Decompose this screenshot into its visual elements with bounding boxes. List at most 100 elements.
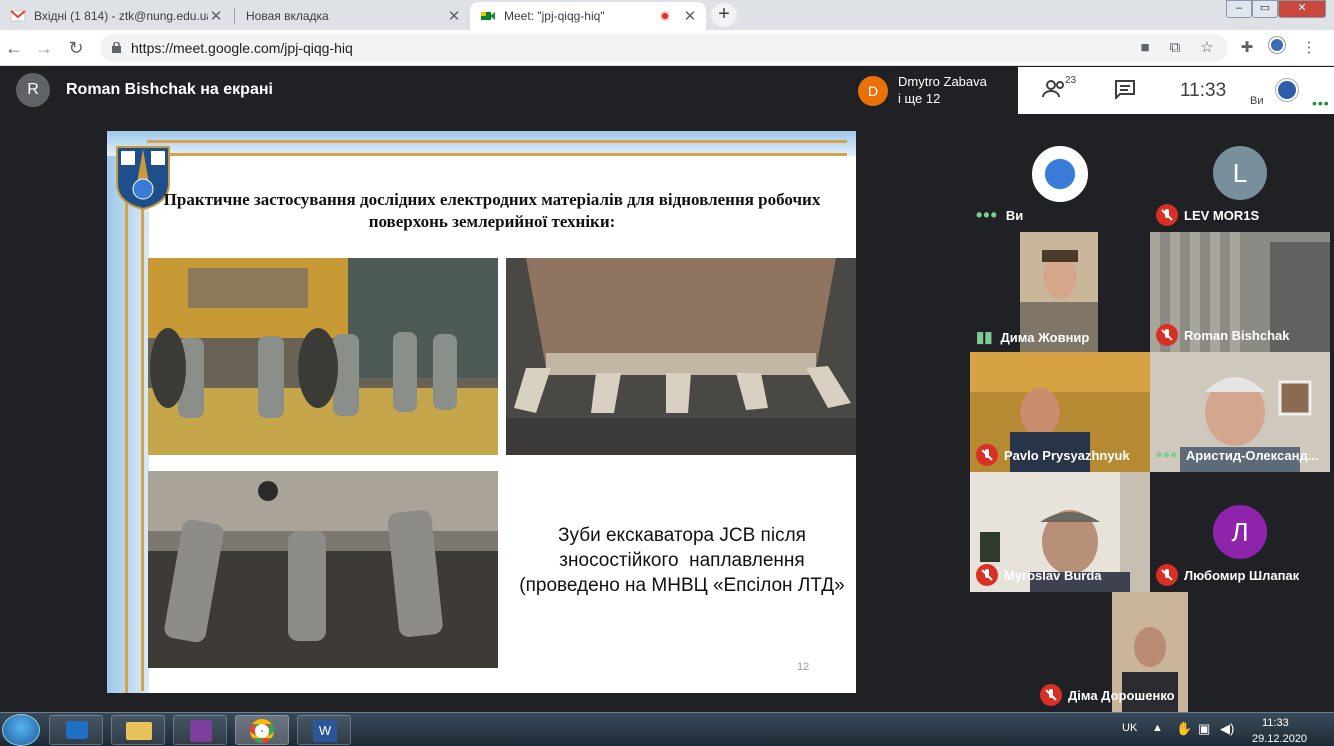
speaking-bars-icon: ▮▮ (976, 329, 993, 346)
browser-toolbar: ← → ↻ https://meet.google.com/jpj-qiqg-h… (0, 30, 1334, 66)
mic-off-icon (1156, 324, 1178, 346)
join-notification: D Dmytro Zabava і ще 12 (850, 67, 1018, 114)
volume-icon[interactable]: ◀) (1220, 721, 1234, 737)
profile-icon[interactable] (1266, 37, 1288, 59)
slide-gold-line (125, 153, 128, 693)
participant-name: LEV MOR1S (1184, 207, 1260, 223)
show-hidden-icons[interactable]: ▲ (1152, 722, 1163, 734)
participant-name: Дима Жовнир (1000, 329, 1090, 345)
meet-controls-bar: 23 11:33 Ви ••• (1018, 67, 1334, 114)
tab-meet[interactable]: Meet: "jpj-qiqg-hiq" ✕ (470, 2, 706, 30)
slide-page-number: 12 (797, 661, 810, 673)
language-indicator[interactable]: UK (1122, 722, 1137, 734)
chat-button[interactable] (1114, 79, 1136, 104)
close-window-button[interactable]: ✕ (1278, 0, 1326, 18)
recording-icon (660, 11, 670, 21)
address-bar[interactable]: https://meet.google.com/jpj-qiqg-hiq ■ ⧉… (100, 34, 1228, 62)
caption-line: Зуби екскаватора JCB після (558, 525, 806, 546)
taskbar-date[interactable]: 29.12.2020 (1252, 733, 1307, 745)
participant-tile[interactable]: Діма Дорошенко (1034, 592, 1270, 712)
menu-icon[interactable]: ⋮ (1298, 37, 1320, 59)
avatar: D (858, 76, 888, 106)
caption-line: (проведено на МНВЦ «Епсілон ЛТД» (519, 575, 845, 596)
slide-gold-line (141, 171, 144, 691)
slide-title: Практичне застосування дослідних електро… (163, 190, 821, 231)
security-icon[interactable]: ✋ (1176, 721, 1192, 737)
participant-tile[interactable]: ••• Ви (970, 114, 1150, 232)
speaking-dots-icon: ••• (1156, 445, 1178, 465)
avatar: R (16, 73, 50, 107)
bookmark-star-icon[interactable]: ☆ (1196, 37, 1218, 59)
maximize-button[interactable]: ▭ (1252, 0, 1278, 18)
participant-tile[interactable]: Roman Bishchak (1150, 232, 1330, 352)
tab-title: Meet: "jpj-qiqg-hiq" (504, 9, 605, 23)
people-button[interactable]: 23 (1042, 75, 1076, 104)
gmail-icon (10, 10, 26, 22)
caption-line: зносостійкого наплавлення (559, 550, 805, 571)
participant-name: Ви (1005, 208, 1024, 223)
chrome-taskbar-icon[interactable] (235, 715, 289, 745)
people-count: 23 (1065, 75, 1077, 86)
notification-more: і ще 12 (898, 91, 941, 106)
tab-title: Новая вкладка (246, 9, 329, 23)
mic-off-icon (1040, 684, 1062, 706)
close-tab-icon[interactable]: ✕ (446, 7, 462, 25)
slide-gold-line (147, 140, 847, 143)
tab-new[interactable]: Новая вкладка ✕ (236, 2, 470, 30)
word-taskbar-icon[interactable]: W (297, 715, 351, 745)
presenter-label: Roman Bishchak на екрані (66, 81, 273, 98)
speaking-dots-icon: ••• (1312, 95, 1330, 111)
avatar (1032, 146, 1088, 202)
avatar: Л (1213, 505, 1267, 559)
new-tab-button[interactable]: + (711, 3, 737, 27)
reload-icon[interactable]: ↻ (64, 36, 88, 60)
mic-off-icon (1156, 204, 1178, 226)
browser-tab-bar: Вхідні (1 814) - ztk@nung.edu.ua ✕ Новая… (0, 0, 1334, 30)
participant-grid: ••• Ви L LEV MOR1S ▮▮ Дима Жовнир Roman Bi… (970, 114, 1334, 714)
minimize-button[interactable]: – (1226, 0, 1252, 18)
translate-icon[interactable]: ⧉ (1164, 37, 1186, 59)
forward-icon[interactable]: → (32, 36, 56, 60)
self-avatar[interactable] (1276, 79, 1298, 101)
participant-tile[interactable]: L LEV MOR1S (1150, 114, 1330, 232)
meet-icon (481, 12, 495, 20)
tab-title: Вхідні (1 814) - ztk@nung.edu.ua (34, 9, 208, 23)
url-text: https://meet.google.com/jpj-qiqg-hiq (131, 40, 353, 56)
slide-gold-line (167, 153, 847, 156)
self-label: Ви (1250, 95, 1264, 107)
camera-icon[interactable]: ■ (1134, 37, 1156, 59)
participant-name: Аристид-Олександ... (1185, 448, 1319, 463)
presentation-slide: Практичне застосування дослідних електро… (107, 131, 856, 693)
network-icon[interactable]: ▣ (1198, 721, 1210, 737)
close-tab-icon[interactable]: ✕ (682, 7, 698, 25)
avatar: L (1213, 146, 1267, 200)
participant-name: Pavlo Prysyazhnyuk (1004, 447, 1130, 463)
windows-taskbar: W UK ▲ ✋ ▣ ◀) 11:33 29.12.2020 (0, 712, 1334, 746)
speaking-dots-icon: ••• (976, 205, 998, 225)
taskbar-clock[interactable]: 11:33 (1262, 717, 1289, 729)
start-button[interactable] (2, 714, 40, 746)
mic-off-icon (976, 444, 998, 466)
participant-name: Діма Дорошенко (1068, 687, 1175, 703)
tab-gmail[interactable]: Вхідні (1 814) - ztk@nung.edu.ua ✕ (0, 2, 232, 30)
lock-icon (112, 42, 121, 53)
tab-separator (234, 8, 235, 24)
close-tab-icon[interactable]: ✕ (208, 7, 224, 25)
back-icon[interactable]: ← (2, 36, 26, 60)
file-explorer-taskbar-icon[interactable] (111, 715, 165, 745)
chat-icon (1115, 80, 1135, 101)
excavator-teeth-photo (148, 258, 498, 455)
notification-name: Dmytro Zabava (898, 74, 987, 89)
media-player-taskbar-icon[interactable] (49, 715, 103, 745)
participant-tile[interactable]: ▮▮ Дима Жовнир (970, 232, 1150, 352)
participant-name: Roman Bishchak (1184, 327, 1290, 343)
participant-tile[interactable]: Myroslav Burda (970, 472, 1150, 592)
bucket-teeth-photo (506, 258, 856, 455)
extensions-icon[interactable]: ✚ (1236, 37, 1258, 59)
participant-tile[interactable]: ••• Аристид-Олександ... (1150, 352, 1330, 472)
participant-name: Любомир Шлапак (1184, 567, 1300, 583)
participant-tile[interactable]: Pavlo Prysyazhnyuk (970, 352, 1150, 472)
save-taskbar-icon[interactable] (173, 715, 227, 745)
participant-name: Myroslav Burda (1004, 567, 1102, 583)
participant-tile[interactable]: Л Любомир Шлапак (1150, 472, 1330, 592)
